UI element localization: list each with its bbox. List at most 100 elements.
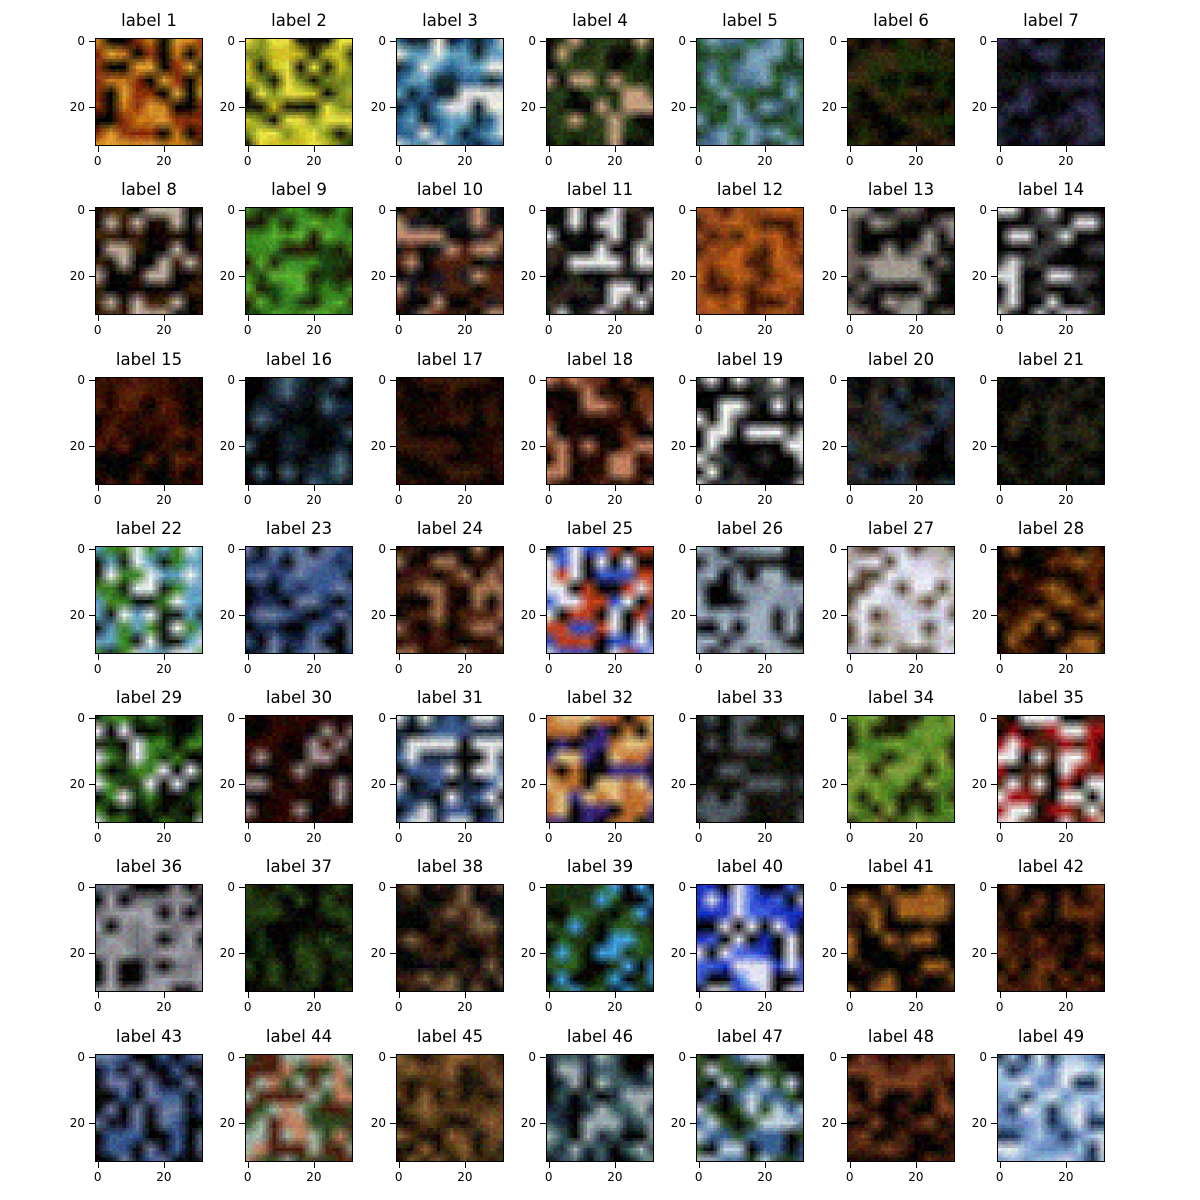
y-tick-label: 0 bbox=[829, 202, 837, 217]
x-tick-label: 20 bbox=[457, 154, 473, 168]
x-tick-label: 0 bbox=[845, 154, 854, 168]
x-tick-mark bbox=[614, 315, 616, 321]
x-tick-mark bbox=[97, 485, 99, 491]
image-pixels bbox=[246, 1055, 352, 1161]
x-tick-mark bbox=[999, 992, 1001, 998]
y-tick-mark bbox=[841, 952, 847, 954]
x-tick-mark bbox=[464, 1162, 466, 1168]
x-tick-label: 0 bbox=[243, 154, 252, 168]
x-tick-mark bbox=[163, 823, 165, 829]
panel-image bbox=[396, 1054, 504, 1162]
x-tick-label: 20 bbox=[156, 831, 172, 845]
image-pixels bbox=[547, 1055, 653, 1161]
y-tick-mark bbox=[239, 379, 245, 381]
x-tick-label: 20 bbox=[908, 154, 924, 168]
x-tick-label: 0 bbox=[394, 323, 403, 337]
x-tick-mark bbox=[398, 1162, 400, 1168]
image-pixels bbox=[547, 39, 653, 145]
y-tick-label: 0 bbox=[378, 33, 386, 48]
x-tick-mark bbox=[1065, 315, 1067, 321]
panel-title: label 14 bbox=[1017, 180, 1085, 199]
x-tick-label: 20 bbox=[607, 1000, 623, 1014]
y-tick-mark bbox=[991, 40, 997, 42]
y-tick-label: 20 bbox=[520, 438, 536, 453]
x-tick-label: 0 bbox=[995, 323, 1004, 337]
y-tick-label: 0 bbox=[77, 1049, 85, 1064]
x-tick-mark bbox=[464, 485, 466, 491]
image-pixels bbox=[96, 208, 202, 314]
y-tick-mark bbox=[239, 886, 245, 888]
x-tick-mark bbox=[97, 992, 99, 998]
x-tick-label: 0 bbox=[845, 1170, 854, 1184]
panel-image bbox=[997, 377, 1105, 485]
y-tick-label: 0 bbox=[979, 710, 987, 725]
panel-33: label 33 0 20 0 20 bbox=[646, 677, 806, 845]
panel-title: label 16 bbox=[265, 350, 333, 369]
y-tick-mark bbox=[841, 1122, 847, 1124]
y-tick-label: 0 bbox=[378, 1049, 386, 1064]
panel-image bbox=[396, 546, 504, 654]
y-tick-label: 0 bbox=[77, 879, 85, 894]
y-tick-mark bbox=[540, 40, 546, 42]
x-tick-mark bbox=[764, 485, 766, 491]
x-tick-mark bbox=[849, 315, 851, 321]
panel-image bbox=[546, 207, 654, 315]
x-tick-mark bbox=[464, 654, 466, 660]
y-tick-label: 20 bbox=[520, 268, 536, 283]
x-tick-mark bbox=[849, 992, 851, 998]
panel-image bbox=[95, 884, 203, 992]
x-tick-label: 0 bbox=[544, 662, 553, 676]
x-tick-label: 0 bbox=[93, 1000, 102, 1014]
y-tick-mark bbox=[841, 717, 847, 719]
panel-title: label 43 bbox=[115, 1027, 183, 1046]
image-pixels bbox=[697, 885, 803, 991]
x-tick-label: 0 bbox=[93, 493, 102, 507]
y-tick-label: 0 bbox=[77, 33, 85, 48]
x-tick-label: 20 bbox=[156, 1170, 172, 1184]
y-tick-label: 0 bbox=[979, 33, 987, 48]
panel-title: label 45 bbox=[416, 1027, 484, 1046]
image-pixels bbox=[397, 39, 503, 145]
y-tick-mark bbox=[390, 717, 396, 719]
image-pixels bbox=[998, 885, 1104, 991]
y-tick-label: 20 bbox=[520, 945, 536, 960]
panel-image bbox=[95, 1054, 203, 1162]
panel-title: label 5 bbox=[722, 11, 778, 30]
x-tick-label: 0 bbox=[243, 831, 252, 845]
panel-48: label 48 0 20 0 20 bbox=[797, 1016, 957, 1184]
x-tick-label: 20 bbox=[607, 831, 623, 845]
x-tick-mark bbox=[548, 823, 550, 829]
y-tick-mark bbox=[690, 614, 696, 616]
panel-image bbox=[847, 38, 955, 146]
y-tick-mark bbox=[89, 445, 95, 447]
y-tick-mark bbox=[540, 614, 546, 616]
panel-37: label 37 0 20 0 20 bbox=[195, 846, 355, 1014]
x-tick-label: 20 bbox=[306, 323, 322, 337]
y-tick-mark bbox=[89, 379, 95, 381]
x-tick-label: 0 bbox=[544, 493, 553, 507]
x-tick-mark bbox=[849, 654, 851, 660]
x-tick-label: 0 bbox=[845, 1000, 854, 1014]
x-tick-label: 20 bbox=[757, 1000, 773, 1014]
panel-45: label 45 0 20 0 20 bbox=[346, 1016, 506, 1184]
x-tick-label: 0 bbox=[995, 1170, 1004, 1184]
y-tick-mark bbox=[540, 1122, 546, 1124]
y-tick-mark bbox=[841, 886, 847, 888]
y-tick-label: 20 bbox=[971, 1115, 987, 1130]
y-tick-label: 20 bbox=[219, 945, 235, 960]
panel-title: label 49 bbox=[1017, 1027, 1085, 1046]
x-tick-mark bbox=[698, 823, 700, 829]
x-tick-mark bbox=[163, 992, 165, 998]
y-tick-label: 0 bbox=[678, 33, 686, 48]
y-tick-label: 0 bbox=[829, 33, 837, 48]
x-tick-mark bbox=[999, 823, 1001, 829]
x-tick-label: 0 bbox=[394, 662, 403, 676]
panel-title: label 42 bbox=[1017, 857, 1085, 876]
x-tick-mark bbox=[313, 315, 315, 321]
panel-image bbox=[396, 207, 504, 315]
y-tick-mark bbox=[841, 1056, 847, 1058]
x-tick-label: 0 bbox=[694, 831, 703, 845]
image-pixels bbox=[246, 547, 352, 653]
x-tick-mark bbox=[849, 146, 851, 152]
y-tick-mark bbox=[690, 548, 696, 550]
